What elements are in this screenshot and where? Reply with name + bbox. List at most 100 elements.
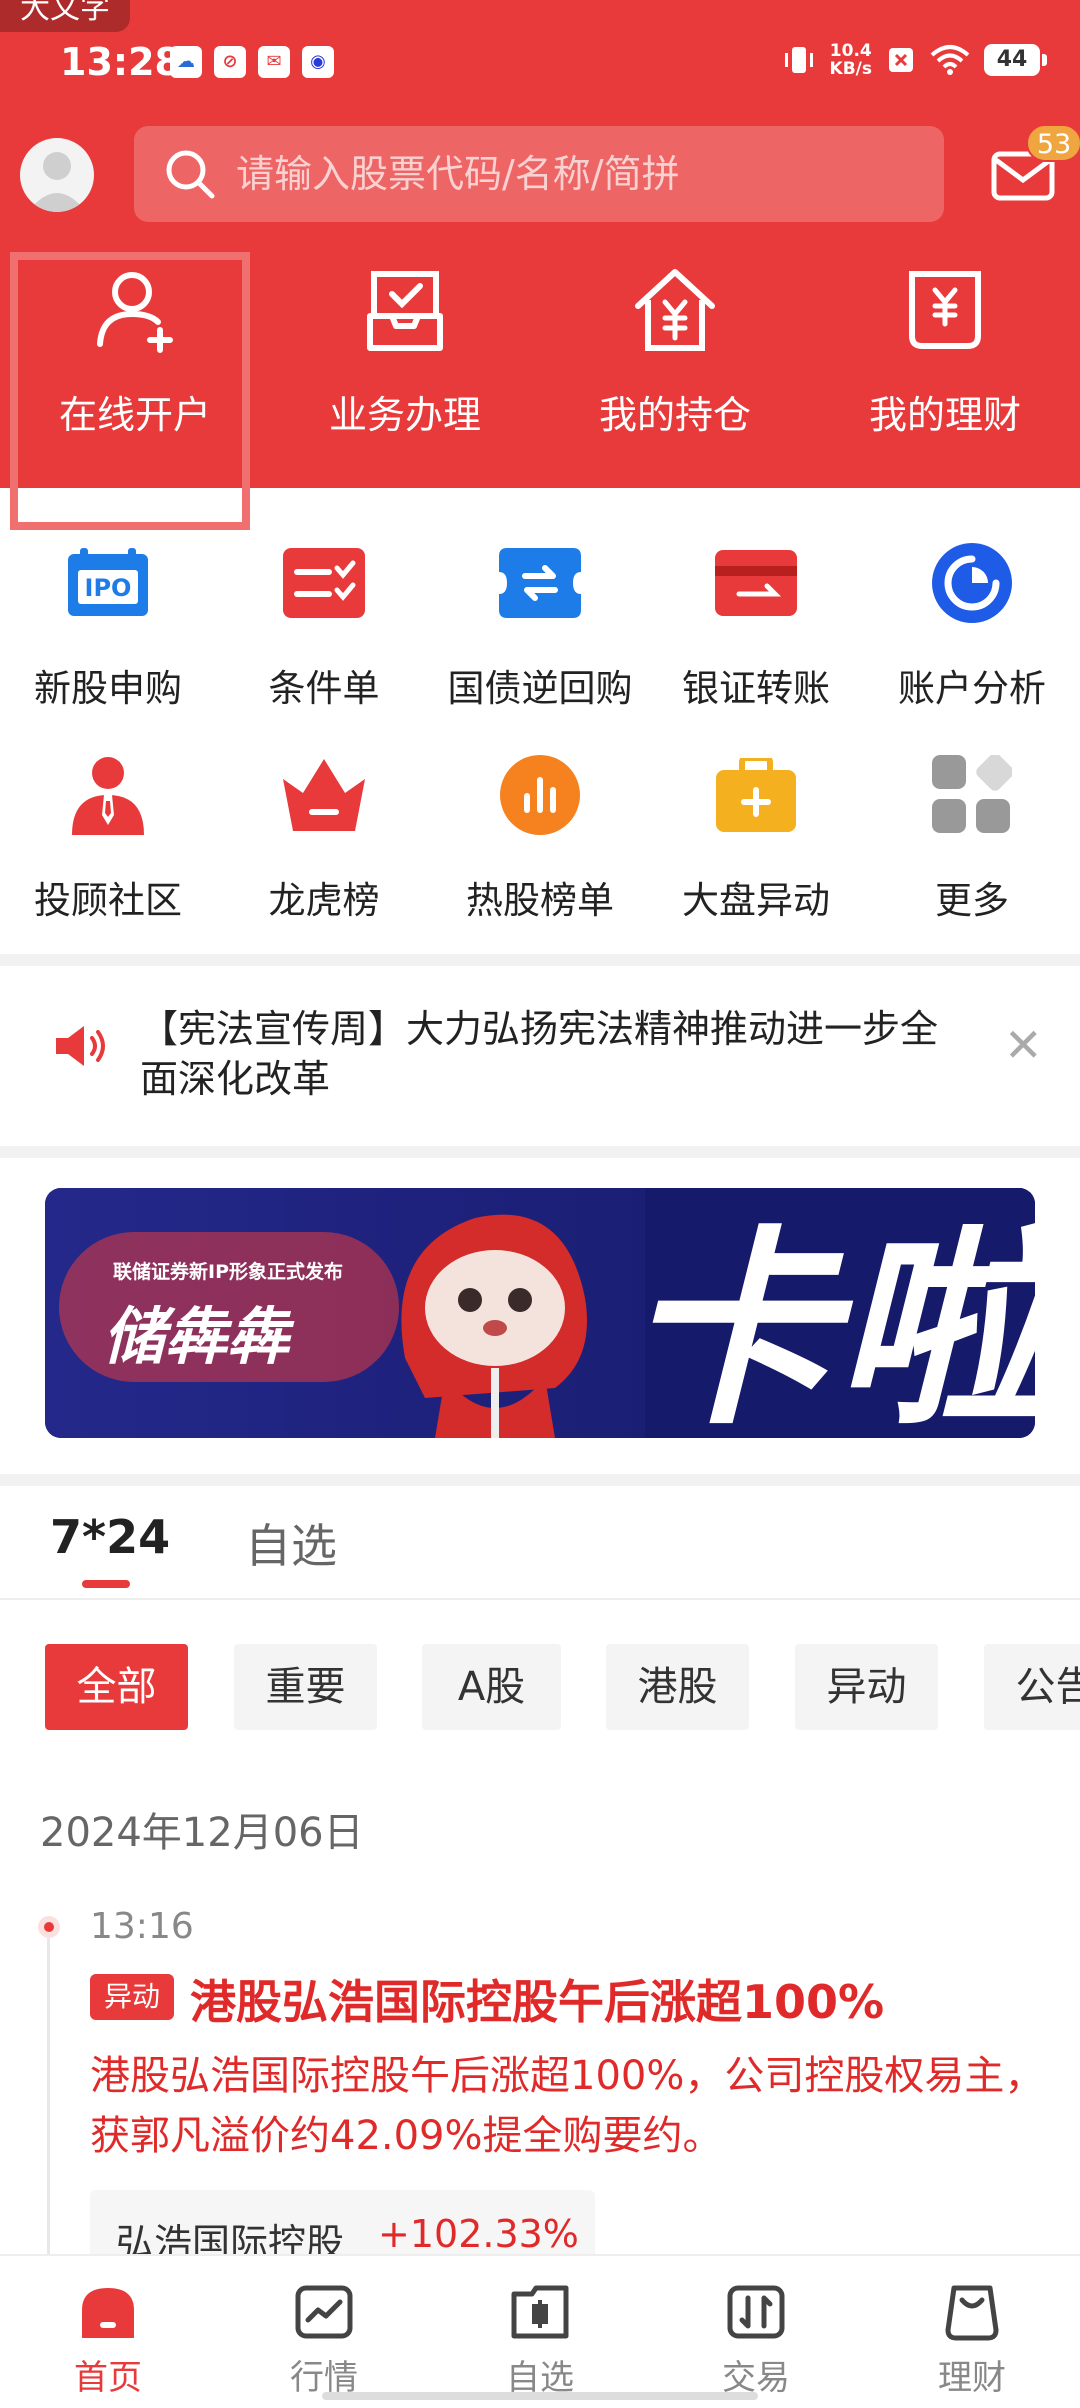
timeline-line — [47, 1924, 50, 2254]
feature-label: 更多 — [935, 879, 1009, 922]
stock-change: +102.33% — [378, 2212, 579, 2256]
nav-trade[interactable]: 交易 — [648, 2256, 864, 2408]
home-icon — [82, 2288, 134, 2338]
feature-dragon-tiger[interactable]: 龙虎榜 — [216, 752, 432, 964]
inbox-check-icon — [367, 271, 443, 351]
mail-notification-icon: ✉ — [258, 46, 290, 78]
feature-repo[interactable]: 国债逆回购 — [432, 540, 648, 752]
chip-movement[interactable]: 异动 — [795, 1644, 938, 1730]
chip-important[interactable]: 重要 — [234, 1644, 377, 1730]
nav-watchlist[interactable]: 自选 — [432, 2256, 648, 2408]
app-notification-icon: ⊘ — [214, 46, 246, 78]
feature-condition-order[interactable]: 条件单 — [216, 540, 432, 752]
highlight-box — [10, 252, 250, 530]
nav-home[interactable]: 首页 — [0, 2256, 216, 2408]
user-avatar-icon — [28, 152, 86, 212]
repo-exchange-icon — [497, 540, 583, 626]
search-icon — [166, 150, 215, 199]
chip-all[interactable]: 全部 — [45, 1644, 188, 1730]
nav-finance[interactable]: 理财 — [864, 2256, 1080, 2408]
feature-advisor-community[interactable]: 投顾社区 — [0, 752, 216, 964]
timeline-dot — [38, 1916, 60, 1938]
hint-tag: 大文字 — [0, 0, 130, 32]
nav-label: 理财 — [938, 2358, 1006, 2398]
top-bar: 53 — [0, 124, 1080, 224]
feature-bank-transfer[interactable]: 银证转账 — [648, 540, 864, 752]
news-time: 13:16 — [90, 1906, 194, 1947]
divider — [0, 1146, 1080, 1158]
crown-icon — [281, 752, 367, 838]
pie-analysis-icon — [929, 540, 1015, 626]
nav-market[interactable]: 行情 — [216, 2256, 432, 2408]
feature-new-ipo[interactable]: IPO 新股申购 — [0, 540, 216, 752]
banner-big-text: 卡啦 — [625, 1208, 1035, 1438]
house-yen-icon — [635, 269, 715, 351]
trade-icon — [727, 2285, 785, 2339]
feature-more[interactable]: 更多 — [864, 752, 1080, 964]
wallet-yen-icon — [909, 271, 981, 349]
watchlist-icon — [511, 2285, 569, 2339]
notice-bar[interactable]: 【宪法宣传周】大力弘扬宪法精神推动进一步全面深化改革 ✕ — [0, 966, 1080, 1146]
avatar[interactable] — [20, 138, 94, 212]
hot-chart-icon — [497, 752, 583, 838]
chip-hk-shares[interactable]: 港股 — [606, 1644, 749, 1730]
condition-order-icon — [281, 540, 367, 626]
feature-account-analysis[interactable]: 账户分析 — [864, 540, 1080, 752]
news-tabs: 7*24 自选 — [0, 1510, 1080, 1600]
feature-grid: IPO 新股申购 条件单 国债逆回购 银证转账 账户分析 投顾社区 龙虎榜 热股… — [0, 540, 1080, 964]
action-label: 我的理财 — [868, 393, 1021, 437]
net-speed: 10.4 KB/s — [830, 42, 872, 78]
banner-title: 储犇犇 — [103, 1300, 295, 1373]
action-label: 我的持仓 — [598, 393, 751, 437]
feature-row: 投顾社区 龙虎榜 热股榜单 大盘异动 更多 — [0, 752, 1080, 964]
vibrate-icon — [784, 47, 813, 73]
promo-banner[interactable]: 联储证券新IP形象正式发布 储犇犇 卡啦 — [45, 1188, 1035, 1438]
close-icon[interactable]: ✕ — [1004, 1020, 1043, 1070]
filter-chips: 全部 重要 A股 港股 异动 公告 — [0, 1644, 1080, 1730]
divider — [0, 1474, 1080, 1486]
tab-watchlist[interactable]: 自选 — [245, 1510, 337, 1576]
chip-announcement[interactable]: 公告 — [984, 1644, 1080, 1730]
banner-subtitle: 联储证券新IP形象正式发布 — [113, 1260, 343, 1283]
battery-indicator: 44 — [984, 44, 1047, 76]
divider — [0, 954, 1080, 966]
toolbox-icon — [713, 752, 799, 838]
status-time: 13:28 — [60, 40, 181, 84]
advisor-icon — [65, 752, 151, 838]
feature-row: IPO 新股申购 条件单 国债逆回购 银证转账 账户分析 — [0, 540, 1080, 752]
svg-text:IPO: IPO — [85, 574, 132, 602]
header: 大文字 13:28 ☁ ⊘ ✉ ◉ 10.4 KB/s 44 53 — [0, 0, 1080, 530]
nav-label: 首页 — [74, 2358, 142, 2398]
news-tag: 异动 — [90, 1974, 174, 2020]
feature-label: 大盘异动 — [682, 879, 830, 922]
feature-hot-stocks[interactable]: 热股榜单 — [432, 752, 648, 964]
feature-market-movement[interactable]: 大盘异动 — [648, 752, 864, 964]
news-body[interactable]: 港股弘浩国际控股午后涨超100%，公司控股权易主，获郭凡溢价约42.09%提全购… — [90, 2046, 1060, 2166]
search-bar[interactable] — [134, 126, 944, 222]
more-grid-icon — [929, 752, 1015, 838]
feature-label: 龙虎榜 — [268, 879, 380, 922]
feature-label: 国债逆回购 — [447, 667, 633, 710]
action-business[interactable]: 业务办理 — [270, 264, 540, 439]
tab-7x24[interactable]: 7*24 — [50, 1510, 170, 1564]
status-app-icons: ☁ ⊘ ✉ ◉ — [170, 46, 334, 78]
app-notification-icon: ◉ — [302, 46, 334, 78]
notice-text: 【宪法宣传周】大力弘扬宪法精神推动进一步全面深化改革 — [140, 1007, 939, 1101]
status-right: 10.4 KB/s 44 — [782, 42, 1047, 78]
feature-label: 条件单 — [268, 667, 380, 710]
banner-graphic: 联储证券新IP形象正式发布 储犇犇 卡啦 — [45, 1188, 1035, 1438]
search-input[interactable] — [236, 152, 936, 196]
action-holdings[interactable]: 我的持仓 — [540, 264, 810, 439]
sim-off-icon — [889, 48, 913, 72]
news-title[interactable]: 港股弘浩国际控股午后涨超100% — [190, 1966, 884, 2032]
wifi-icon — [930, 45, 970, 75]
status-bar: 13:28 ☁ ⊘ ✉ ◉ 10.4 KB/s 44 — [0, 36, 1080, 92]
feature-label: 账户分析 — [898, 667, 1046, 710]
chip-a-shares[interactable]: A股 — [422, 1644, 561, 1730]
action-label: 业务办理 — [328, 393, 481, 437]
tab-indicator — [82, 1580, 130, 1588]
action-finance[interactable]: 我的理财 — [810, 264, 1080, 439]
net-speed-value: 10.4 — [829, 41, 872, 61]
speaker-icon — [56, 1026, 105, 1066]
bottom-nav: 首页 行情 自选 交易 理财 — [0, 2254, 1080, 2408]
